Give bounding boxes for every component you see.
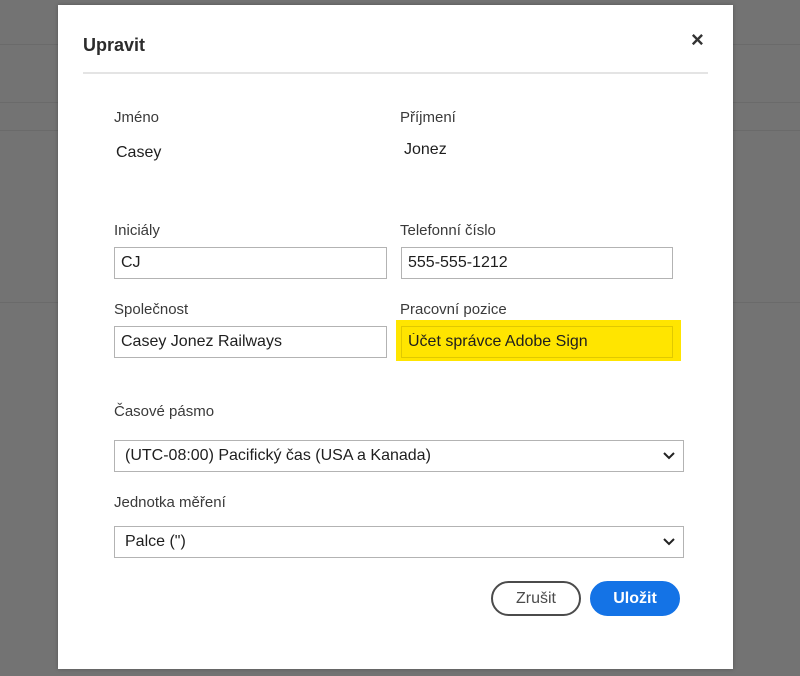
unit-value: Palce (") <box>125 533 186 550</box>
edit-dialog: Upravit × Jméno Casey Příjmení Jonez Ini… <box>58 5 733 669</box>
initials-input[interactable] <box>114 247 387 279</box>
company-input[interactable] <box>114 326 387 358</box>
company-label: Společnost <box>114 301 189 318</box>
first-name-value: Casey <box>116 144 162 161</box>
last-name-label: Příjmení <box>400 109 456 126</box>
first-name-label: Jméno <box>114 109 160 126</box>
dialog-title: Upravit <box>83 35 146 55</box>
job-title-label: Pracovní pozice <box>400 301 507 318</box>
timezone-value: (UTC-08:00) Pacifický čas (USA a Kanada) <box>125 447 431 464</box>
timezone-label: Časové pásmo <box>114 403 215 420</box>
initials-label: Iniciály <box>114 222 160 239</box>
cancel-button[interactable]: Zrušit <box>491 581 581 616</box>
timezone-select[interactable]: (UTC-08:00) Pacifický čas (USA a Kanada) <box>114 440 684 472</box>
title-divider <box>83 72 708 74</box>
save-button[interactable]: Uložit <box>590 581 680 616</box>
unit-label: Jednotka měření <box>114 494 226 511</box>
phone-label: Telefonní číslo <box>400 222 496 239</box>
chevron-down-icon <box>663 441 675 481</box>
phone-input[interactable] <box>401 247 673 279</box>
job-title-input[interactable] <box>401 326 673 358</box>
chevron-down-icon <box>663 527 675 567</box>
last-name-value: Jonez <box>404 141 447 158</box>
close-icon[interactable]: × <box>691 29 704 51</box>
unit-select[interactable]: Palce (") <box>114 526 684 558</box>
